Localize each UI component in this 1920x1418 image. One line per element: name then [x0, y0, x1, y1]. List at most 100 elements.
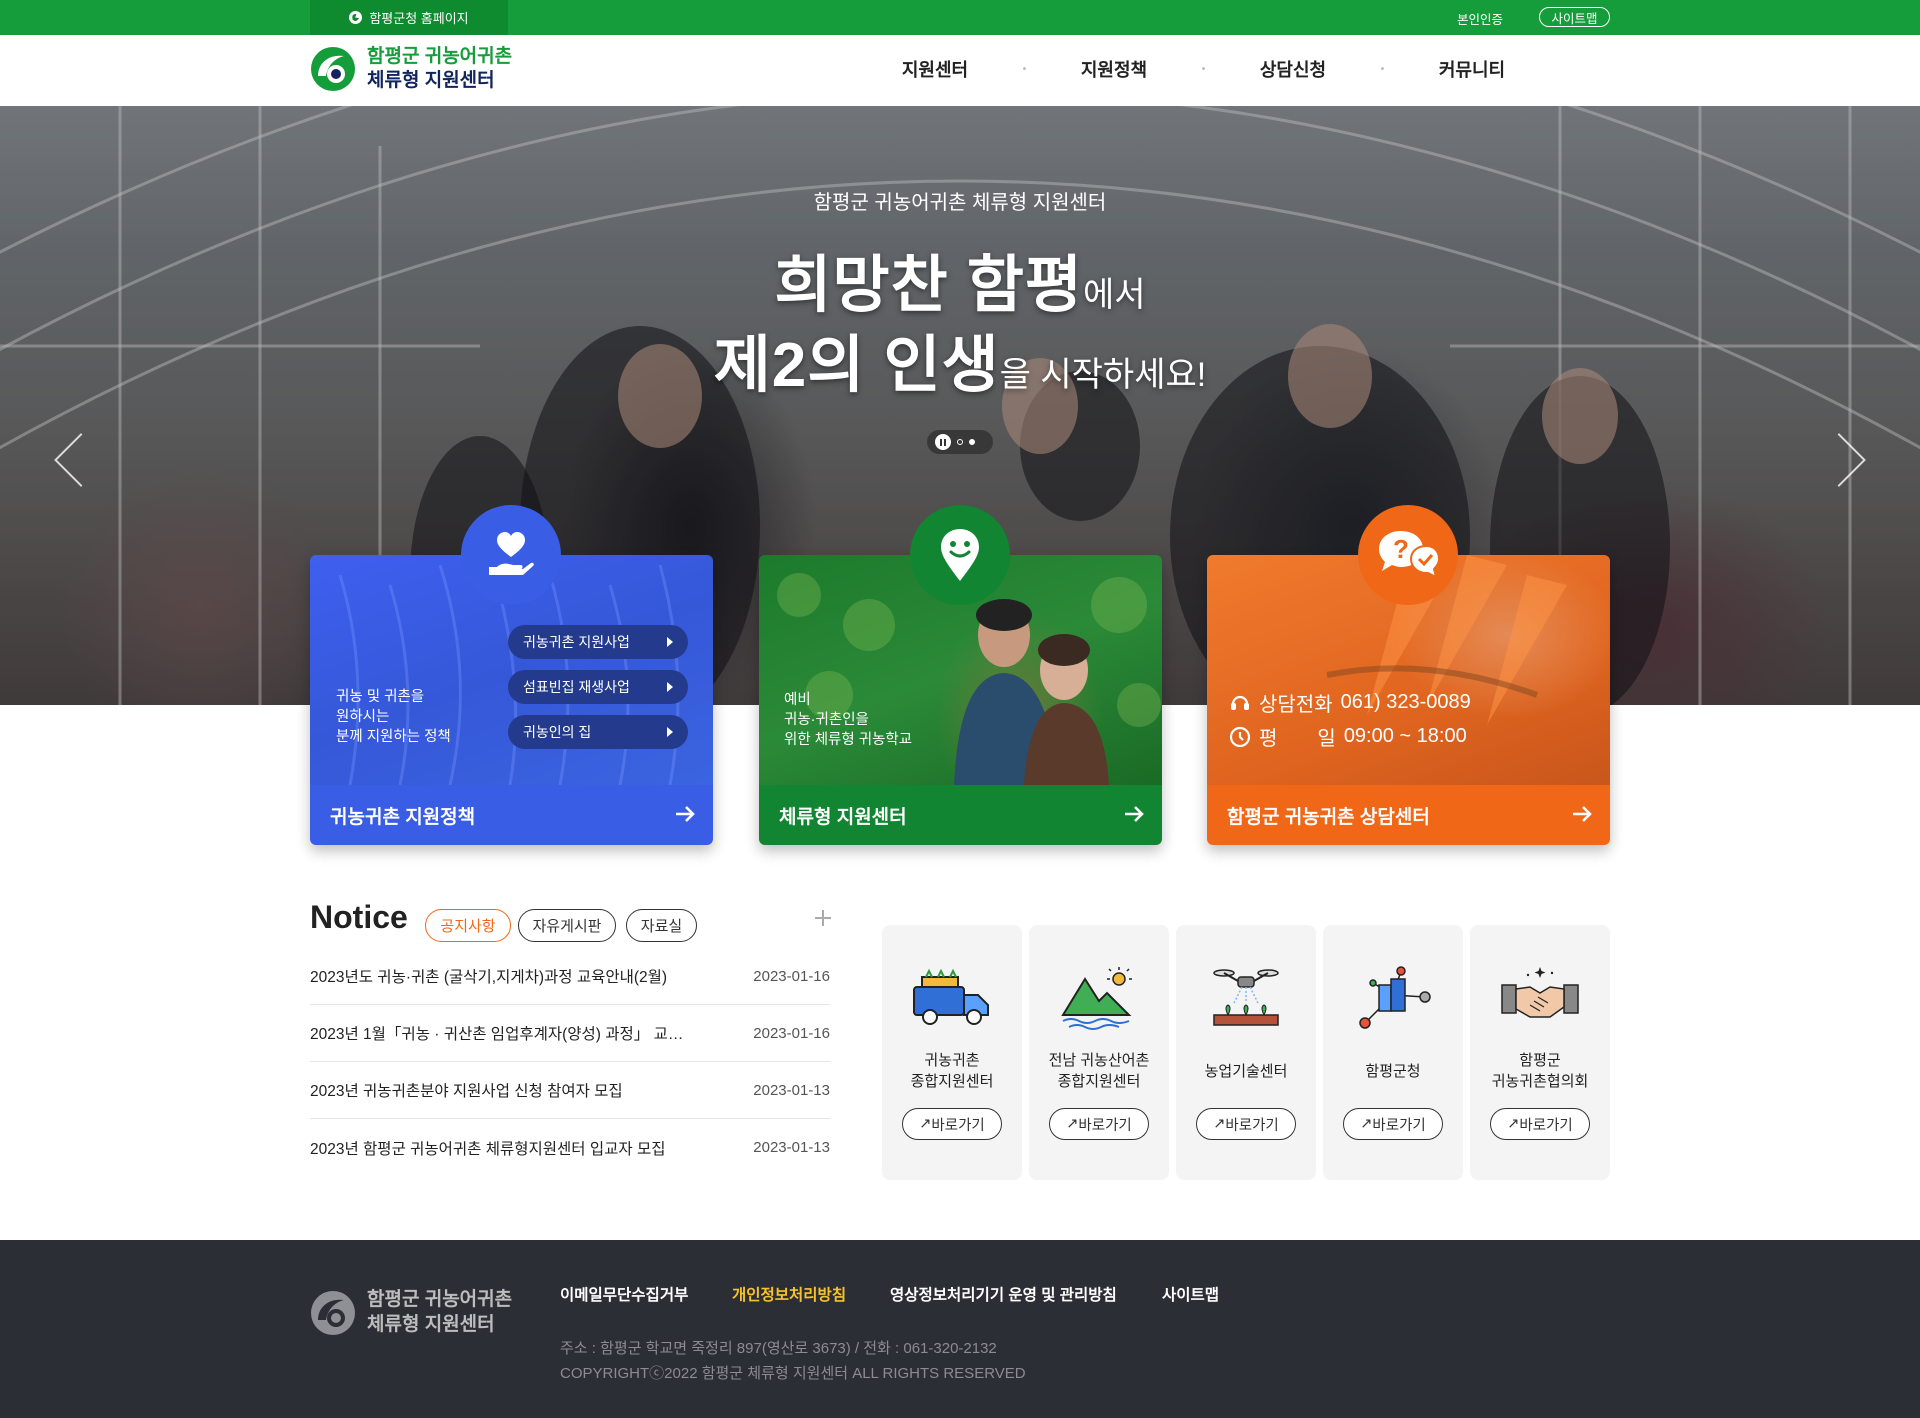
hero-line1-bold: 희망찬 함평 — [774, 251, 1083, 320]
nav-support-center[interactable]: 지원센터 — [893, 56, 977, 82]
go-button-label: 바로가기 — [1519, 1117, 1573, 1134]
external-link-icon: ↗ — [1507, 1116, 1520, 1132]
globe-icon — [349, 11, 363, 24]
logo-line1: 함평군 귀농어귀촌 — [367, 46, 513, 67]
notice-title: 2023년 1월「귀농 · 귀산촌 임업후계자(양성) 과정」 교육생 모집 — [310, 1026, 690, 1043]
external-link-icon: ↗ — [1066, 1116, 1079, 1132]
external-link-icon: ↗ — [1213, 1116, 1226, 1132]
nav-community[interactable]: 커뮤니티 — [1430, 56, 1514, 82]
notice-row[interactable]: 2023년 함평군 귀농어귀촌 체류형지원센터 입교자 모집 2023-01-13 — [310, 1119, 830, 1176]
county-homepage-link[interactable]: 함평군청 홈페이지 — [310, 0, 508, 35]
notice-date: 2023-01-13 — [753, 1081, 830, 1099]
hours-label: 평 일 — [1259, 728, 1336, 750]
nav-support-policy[interactable]: 지원정책 — [1072, 56, 1156, 82]
card-title: 체류형 지원센터 — [779, 806, 907, 828]
mountain-sun-icon — [1061, 967, 1132, 1030]
footer-logo-line2: 체류형 지원센터 — [367, 1314, 495, 1335]
tab-free-board[interactable]: 자유게시판 — [518, 909, 616, 942]
go-button[interactable]: ↗ 바로가기 — [1343, 1108, 1443, 1140]
card-consult-center: 상담전화 061) 323-0089 평 일 09:00 ~ 18:00 함평군… — [1207, 505, 1610, 845]
identity-verification-link[interactable]: 본인인증 — [1457, 9, 1503, 28]
external-link-icon: ↗ — [919, 1116, 932, 1132]
quicklink-label: 농업기술센터 — [1176, 1050, 1316, 1092]
card-support-policy-link[interactable]: 귀농귀촌 지원정책 — [310, 785, 713, 845]
chat-question-icon: ? — [1358, 505, 1458, 605]
pill-label: 귀농귀촌 지원사업 — [523, 634, 630, 650]
notice-row[interactable]: 2023년 귀농귀촌분야 지원사업 신청 참여자 모집 2023-01-13 — [310, 1062, 830, 1119]
arrow-right-icon — [1125, 806, 1144, 822]
triangle-right-icon — [667, 727, 673, 737]
desc-line: 예비 — [784, 692, 811, 708]
external-link-icon: ↗ — [1360, 1116, 1373, 1132]
footer-link-privacy-policy[interactable]: 개인정보처리방침 — [732, 1283, 846, 1305]
triangle-right-icon — [667, 682, 673, 692]
go-button-label: 바로가기 — [1225, 1117, 1279, 1134]
slide-dot-2[interactable] — [969, 439, 975, 445]
tab-notices[interactable]: 공지사항 — [425, 909, 511, 942]
nav-separator: • — [1380, 63, 1385, 75]
drone-farm-icon — [1213, 969, 1279, 1026]
slide-dot-1[interactable] — [957, 439, 963, 445]
logo-line2: 체류형 지원센터 — [367, 70, 495, 91]
label-line: 함평군 — [1519, 1052, 1561, 1069]
quicklink-farm-council: 함평군 귀농귀촌협의회 ↗ 바로가기 — [1470, 925, 1610, 1180]
label-line: 농업기술센터 — [1204, 1062, 1288, 1080]
notice-heading: Notice — [310, 899, 408, 935]
triangle-right-icon — [667, 637, 673, 647]
footer-logo-text: 함평군 귀농어귀촌 체류형 지원센터 — [367, 1287, 512, 1337]
notice-title: 2023년 귀농귀촌분야 지원사업 신청 참여자 모집 — [310, 1083, 623, 1100]
sitemap-button[interactable]: 사이트맵 — [1539, 7, 1610, 27]
footer-link-cctv-policy[interactable]: 영상정보처리기기 운영 및 관리방침 — [890, 1283, 1117, 1305]
card-support-policy: 귀농 및 귀촌을 원하시는 분께 지원하는 정책 귀농귀촌 지원사업 섬표빈집 … — [310, 505, 713, 845]
go-button-label: 바로가기 — [1078, 1117, 1132, 1134]
notice-row[interactable]: 2023년 1월「귀농 · 귀산촌 임업후계자(양성) 과정」 교육생 모집 20… — [310, 1005, 830, 1062]
link-farmer-house[interactable]: 귀농인의 집 — [508, 715, 688, 749]
go-button[interactable]: ↗ 바로가기 — [1196, 1108, 1296, 1140]
hero-line1-normal: 에서 — [1082, 276, 1146, 314]
quicklink-agri-tech-center: 농업기술센터 ↗ 바로가기 — [1176, 925, 1316, 1180]
card-consult-center-link[interactable]: 함평군 귀농귀촌 상담센터 — [1207, 785, 1610, 845]
desc-line: 위한 체류형 귀농학교 — [784, 732, 913, 748]
county-homepage-label: 함평군청 홈페이지 — [369, 11, 469, 26]
label-line: 함평군청 — [1365, 1062, 1421, 1080]
logo-icon[interactable] — [310, 46, 356, 92]
label-line: 종합지원센터 — [910, 1073, 994, 1090]
footer-link-email-refusal[interactable]: 이메일무단수집거부 — [560, 1283, 688, 1305]
pill-label: 귀농인의 집 — [523, 724, 592, 740]
arrow-right-icon — [1573, 806, 1592, 822]
label-line: 귀농귀촌 — [924, 1052, 980, 1069]
quicklink-label: 전남 귀농산어촌 종합지원센터 — [1029, 1050, 1169, 1092]
card-stay-center: 예비 귀농·귀촌인을 위한 체류형 귀농학교 체류형 지원센터 — [759, 505, 1162, 845]
go-button[interactable]: ↗ 바로가기 — [1049, 1108, 1149, 1140]
phone-row: 상담전화 061) 323-0089 — [1229, 688, 1471, 717]
site-footer — [0, 1240, 1920, 1418]
plus-icon[interactable] — [813, 908, 833, 928]
location-smile-icon — [910, 505, 1010, 605]
card-stay-center-link[interactable]: 체류형 지원센터 — [759, 785, 1162, 845]
notice-date: 2023-01-16 — [753, 967, 830, 985]
notice-date: 2023-01-13 — [753, 1139, 830, 1156]
heart-hand-icon — [461, 505, 561, 605]
nav-separator: • — [1201, 63, 1206, 75]
quicklink-jeonnam-center: 전남 귀농산어촌 종합지원센터 ↗ 바로가기 — [1029, 925, 1169, 1180]
go-button[interactable]: ↗ 바로가기 — [902, 1108, 1002, 1140]
go-button-label: 바로가기 — [931, 1117, 985, 1134]
desc-line: 분께 지원하는 정책 — [336, 729, 451, 745]
desc-line: 귀농 및 귀촌을 — [336, 689, 425, 705]
handshake-icon — [1501, 967, 1579, 1018]
clock-icon — [1229, 726, 1251, 747]
tab-archive[interactable]: 자료실 — [626, 909, 697, 942]
nav-consultation[interactable]: 상담신청 — [1251, 56, 1335, 82]
go-button[interactable]: ↗ 바로가기 — [1490, 1108, 1590, 1140]
hero-line2-bold: 제2의 인생 — [713, 331, 1000, 400]
link-vacant-house-project[interactable]: 섬표빈집 재생사업 — [508, 670, 688, 704]
footer-link-sitemap[interactable]: 사이트맵 — [1162, 1283, 1219, 1305]
link-support-projects[interactable]: 귀농귀촌 지원사업 — [508, 625, 688, 659]
main-navigation: 지원센터 • 지원정책 • 상담신청 • 커뮤니티 — [893, 56, 1514, 82]
card-title: 귀농귀촌 지원정책 — [330, 806, 476, 828]
site-logo-text[interactable]: 함평군 귀농어귀촌 체류형 지원센터 — [367, 45, 512, 93]
pause-icon[interactable] — [935, 434, 951, 450]
notice-row[interactable]: 2023년도 귀농·귀촌 (굴삭기,지게차)과정 교육안내(2월) 2023-01… — [310, 948, 830, 1005]
nav-separator: • — [1022, 63, 1027, 75]
hero-line2-normal: 을 시작하세요! — [999, 356, 1207, 394]
